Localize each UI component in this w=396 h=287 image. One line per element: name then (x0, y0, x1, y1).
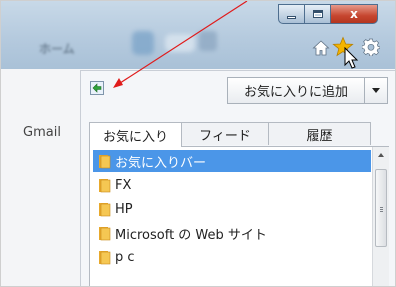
favorites-item-pc[interactable]: p c (98, 246, 371, 268)
screenshot-frame: ホーム x お気に入りに追加 Gmail お気に入り フィード 履歴 お気に入り… (0, 0, 396, 287)
blurred-tab-icon-2 (199, 31, 217, 51)
maximize-icon (312, 10, 323, 18)
add-to-favorites-button[interactable]: お気に入りに追加 (227, 77, 365, 104)
minimize-icon (287, 15, 296, 19)
maximize-button[interactable] (305, 4, 331, 24)
close-button[interactable]: x (331, 4, 378, 24)
scroll-up-arrow-icon[interactable] (378, 153, 384, 157)
blurred-tab-text: ホーム (39, 42, 75, 56)
mouse-cursor-icon (344, 47, 359, 69)
home-icon[interactable] (312, 39, 330, 57)
list-item-label: Microsoft の Web サイト (115, 227, 267, 243)
minimize-button[interactable] (278, 4, 305, 24)
favorites-item-fx[interactable]: FX (98, 174, 371, 196)
tab-favorites[interactable]: お気に入り (89, 122, 182, 147)
folder-icon (99, 178, 111, 192)
favorites-item-hp[interactable]: HP (98, 198, 371, 220)
list-item-label: お気に入りバー (115, 155, 207, 171)
folder-icon (99, 226, 111, 240)
scrollbar-grip-icon (380, 207, 383, 208)
list-item-label: p c (115, 249, 135, 265)
tab-history[interactable]: 履歴 (269, 122, 371, 145)
list-item-label: HP (115, 201, 133, 217)
tab-feeds[interactable]: フィード (182, 122, 269, 145)
list-item-label: FX (115, 177, 132, 193)
gmail-link[interactable]: Gmail (23, 125, 61, 140)
blurred-tab-icon (132, 31, 154, 55)
favorites-list: お気に入りバー FX HP Microsoft の Web サイト p c (89, 146, 389, 286)
folder-icon (99, 202, 111, 216)
folder-icon (99, 154, 111, 168)
scrollbar-thumb[interactable] (375, 169, 387, 247)
vertical-scrollbar[interactable] (372, 147, 389, 286)
browser-command-bar: ホーム x (1, 1, 395, 69)
pin-arrow-icon (92, 83, 102, 93)
pin-favorites-center-button[interactable] (90, 81, 104, 95)
chevron-down-icon (372, 88, 380, 93)
window-caption-buttons: x (278, 4, 388, 24)
blurred-tab-shape (165, 34, 195, 52)
favorites-item-favorites-bar[interactable]: お気に入りバー (93, 150, 371, 172)
favorites-item-microsoft-websites[interactable]: Microsoft の Web サイト (98, 222, 371, 244)
folder-icon (99, 250, 111, 264)
add-to-favorites-dropdown[interactable] (365, 77, 388, 104)
close-icon: x (350, 7, 358, 21)
gear-icon[interactable] (362, 38, 380, 56)
